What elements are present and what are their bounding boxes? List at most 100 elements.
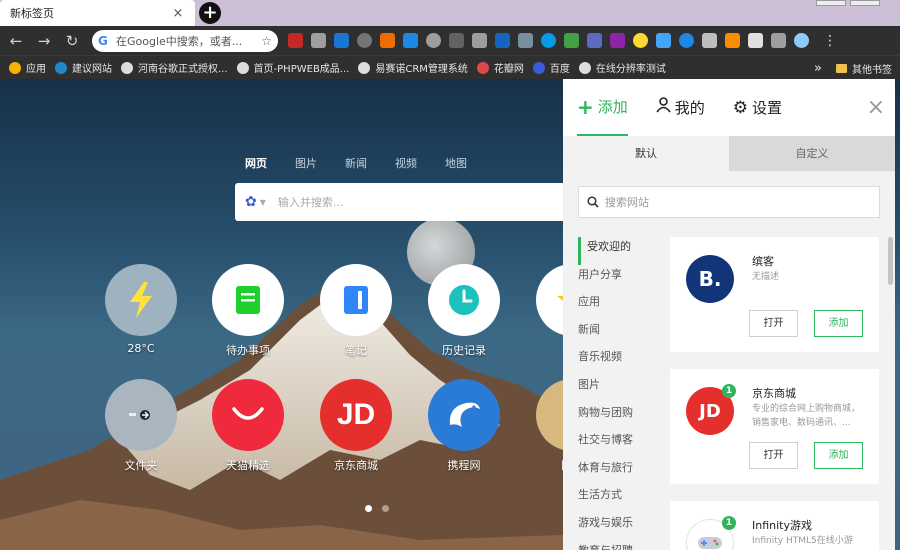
segment-default[interactable]: 默认 bbox=[563, 136, 729, 171]
browser-menu-icon[interactable]: ⋮ bbox=[823, 33, 837, 49]
app-jd[interactable]: JD 京东商城 bbox=[316, 379, 396, 473]
category-item[interactable]: 受欢迎的 bbox=[578, 237, 658, 265]
logo-text: B. bbox=[698, 267, 722, 291]
tab-strip: 新标签页 × + bbox=[0, 0, 900, 26]
open-button[interactable]: 打开 bbox=[749, 310, 798, 337]
category-item[interactable]: 教育与招聘 bbox=[578, 541, 658, 550]
tab-new-tab[interactable]: 新标签页 × bbox=[0, 0, 195, 26]
category-item[interactable]: 音乐视频 bbox=[578, 347, 658, 375]
app-folder[interactable]: 文件夹 bbox=[101, 379, 181, 473]
bookmark-label: 花瓣网 bbox=[493, 64, 524, 75]
search-tab-1[interactable]: 图片 bbox=[295, 155, 317, 171]
extension-translate-icon[interactable] bbox=[495, 33, 510, 48]
app-label: 天猫精选 bbox=[226, 459, 270, 472]
panel-tab-add[interactable]: + 添加 bbox=[577, 79, 628, 136]
bookmark-item[interactable]: 河南谷歌正式授权... bbox=[121, 60, 228, 75]
extension-flame-icon[interactable] bbox=[725, 33, 740, 48]
new-tab-button[interactable]: + bbox=[199, 2, 221, 24]
app-notes[interactable]: 笔记 bbox=[316, 264, 396, 358]
extension-grid-icon[interactable] bbox=[587, 33, 602, 48]
add-button[interactable]: 添加 bbox=[814, 442, 863, 469]
panel-scrollbar-thumb[interactable] bbox=[888, 237, 893, 285]
page-dot-1[interactable] bbox=[365, 505, 372, 512]
extension-qr-icon[interactable] bbox=[702, 33, 717, 48]
panel-tab-mine[interactable]: 我的 bbox=[656, 79, 705, 136]
category-item[interactable]: 社交与博客 bbox=[578, 430, 658, 458]
extension-screen-icon[interactable] bbox=[334, 33, 349, 48]
site-card-jd: JD 1 京东商城 专业的综合网上购物商城，销售家电、数码通讯、... 打开 添… bbox=[670, 369, 879, 484]
segment-custom[interactable]: 自定义 bbox=[729, 136, 895, 171]
close-icon[interactable]: × bbox=[867, 95, 885, 120]
bookmark-item[interactable]: 应用 bbox=[9, 60, 46, 75]
minimize-button[interactable] bbox=[816, 0, 846, 6]
jd-icon: JD bbox=[320, 379, 392, 451]
folder-icon bbox=[836, 63, 847, 73]
extension-task-icon[interactable] bbox=[748, 33, 763, 48]
bookmark-label: 易赛诺CRM管理系统 bbox=[375, 64, 468, 75]
other-bookmarks[interactable]: 其他书签 bbox=[852, 61, 892, 76]
extension-circle-icon[interactable] bbox=[426, 33, 441, 48]
extension-doc-icon[interactable] bbox=[380, 33, 395, 48]
search-tab-2[interactable]: 新闻 bbox=[345, 155, 367, 171]
category-item[interactable]: 应用 bbox=[578, 292, 658, 320]
extension-badge-icon[interactable] bbox=[541, 33, 556, 48]
extension-person-icon[interactable] bbox=[771, 33, 786, 48]
tab-title: 新标签页 bbox=[10, 7, 54, 20]
address-bar[interactable]: G 在Google中搜索，或者... ☆ bbox=[92, 29, 278, 52]
extension-bulb-icon[interactable] bbox=[633, 33, 648, 48]
app-todo[interactable]: 待办事项 bbox=[208, 264, 288, 358]
panel-tab-settings[interactable]: ⚙ 设置 bbox=[733, 79, 782, 136]
search-tab-3[interactable]: 视频 bbox=[395, 155, 417, 171]
category-item[interactable]: 游戏与娱乐 bbox=[578, 513, 658, 541]
bookmark-item[interactable]: 建议网站 bbox=[55, 60, 112, 75]
category-item[interactable]: 新闻 bbox=[578, 320, 658, 348]
extension-k-icon[interactable] bbox=[610, 33, 625, 48]
extension-camera-icon[interactable] bbox=[311, 33, 326, 48]
bookmark-item[interactable]: 首页-PHPWEB成品... bbox=[236, 60, 349, 75]
bookmark-item[interactable]: 易赛诺CRM管理系统 bbox=[358, 60, 468, 75]
app-ctrip[interactable]: 携程网 bbox=[424, 379, 504, 473]
bookmarks-more-icon[interactable]: » bbox=[814, 61, 822, 76]
bookmark-item[interactable]: 花瓣网 bbox=[476, 60, 524, 75]
browser-toolbar: ← → ↻ G 在Google中搜索，或者... ☆ ⋮ bbox=[0, 26, 900, 55]
add-button[interactable]: 添加 bbox=[814, 310, 863, 337]
bookmark-item[interactable]: 百度 bbox=[532, 60, 570, 75]
bookmark-star-icon[interactable]: ☆ bbox=[261, 34, 272, 48]
extension-s-icon[interactable] bbox=[357, 33, 372, 48]
profile-avatar-icon[interactable] bbox=[794, 33, 809, 48]
extension-edit-icon[interactable] bbox=[656, 33, 671, 48]
category-item[interactable]: 用户分享 bbox=[578, 265, 658, 293]
extension-layers-icon[interactable] bbox=[472, 33, 487, 48]
baidu-paw-icon[interactable]: ✿ bbox=[245, 194, 257, 210]
category-item[interactable]: 图片 bbox=[578, 375, 658, 403]
search-input[interactable] bbox=[277, 195, 518, 209]
back-icon[interactable]: ← bbox=[4, 29, 28, 53]
chevron-down-icon[interactable]: ▼ bbox=[260, 198, 266, 207]
forward-icon[interactable]: → bbox=[32, 29, 56, 53]
site-search-input[interactable] bbox=[605, 195, 855, 209]
category-item[interactable]: 购物与团购 bbox=[578, 403, 658, 431]
extension-m-icon[interactable] bbox=[449, 33, 464, 48]
category-item[interactable]: 体育与旅行 bbox=[578, 458, 658, 486]
extension-check-icon[interactable] bbox=[679, 33, 694, 48]
search-tab-0[interactable]: 网页 bbox=[245, 155, 267, 171]
bookmark-item[interactable]: 在线分辨率测试 bbox=[578, 60, 666, 75]
search-tab-4[interactable]: 地图 bbox=[445, 155, 467, 171]
extension-window-icon[interactable] bbox=[403, 33, 418, 48]
extension-code-icon[interactable] bbox=[518, 33, 533, 48]
app-weather[interactable]: 28°C bbox=[101, 264, 181, 355]
tmall-icon bbox=[212, 379, 284, 451]
reload-icon[interactable]: ↻ bbox=[60, 29, 84, 53]
app-tmall[interactable]: 天猫精选 bbox=[208, 379, 288, 473]
app-history[interactable]: 历史记录 bbox=[424, 264, 504, 358]
maximize-button[interactable] bbox=[850, 0, 880, 6]
bookmarks-right: » 其他书签 bbox=[814, 56, 892, 80]
category-item[interactable]: 生活方式 bbox=[578, 485, 658, 513]
tab-close-button[interactable]: × bbox=[171, 6, 185, 21]
site-card-infinity-games: 1 Infinity游戏 Infinity HTML5在线小游 bbox=[670, 501, 879, 550]
gear-icon: ⚙ bbox=[732, 97, 749, 118]
extension-chart-icon[interactable] bbox=[564, 33, 579, 48]
page-dot-2[interactable] bbox=[382, 505, 389, 512]
extension-fe-icon[interactable] bbox=[288, 33, 303, 48]
open-button[interactable]: 打开 bbox=[749, 442, 798, 469]
